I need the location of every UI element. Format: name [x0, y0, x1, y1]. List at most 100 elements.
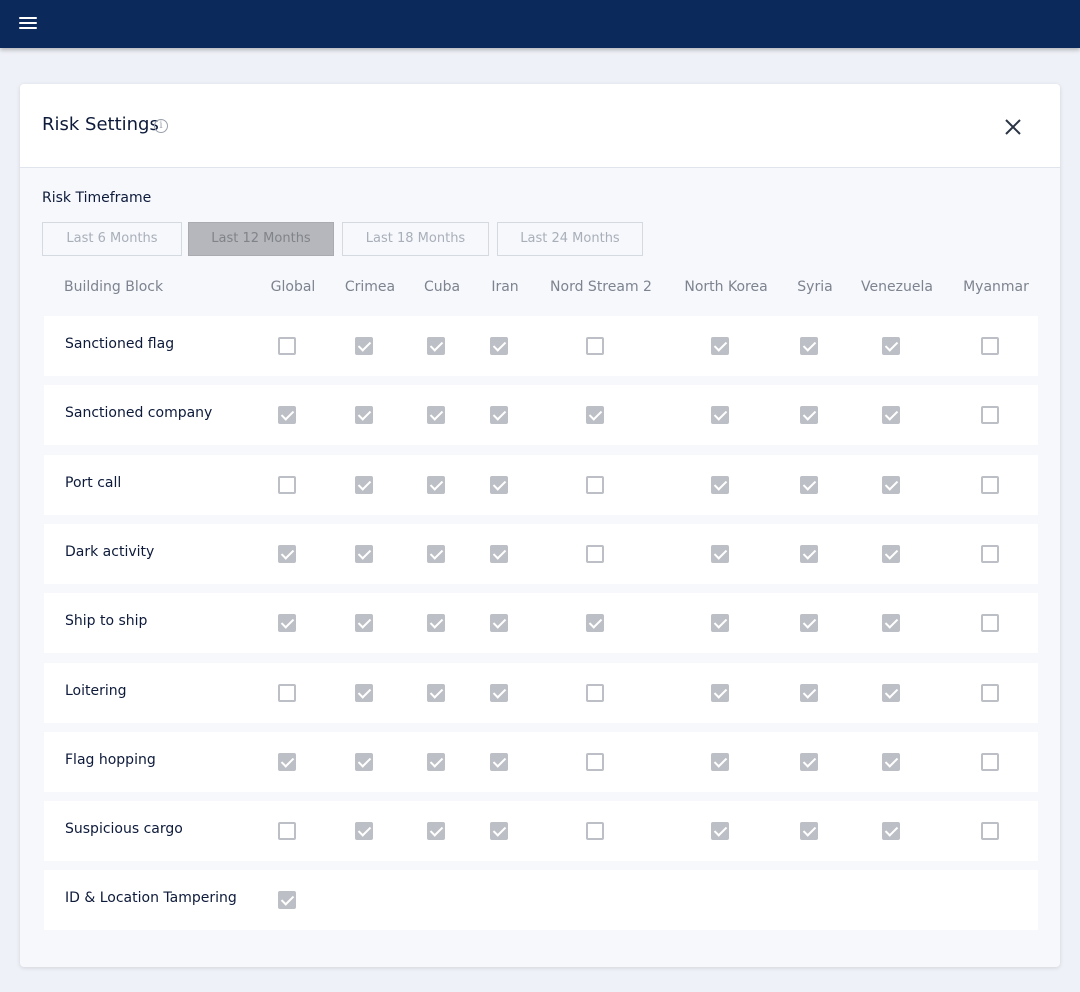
checkbox-iran[interactable]	[490, 822, 508, 840]
column-header-global: Global	[270, 279, 316, 295]
checkbox-venezuela[interactable]	[882, 337, 900, 355]
checkbox-cuba[interactable]	[427, 337, 445, 355]
checkbox-global[interactable]	[278, 891, 296, 909]
checkbox-myanmar[interactable]	[981, 684, 999, 702]
row-label: Flag hopping	[65, 752, 156, 768]
checkbox-iran[interactable]	[490, 684, 508, 702]
checkbox-venezuela[interactable]	[882, 614, 900, 632]
checkbox-cuba[interactable]	[427, 406, 445, 424]
checkbox-global[interactable]	[278, 406, 296, 424]
checkbox-cuba[interactable]	[427, 476, 445, 494]
checkbox-nord-stream-2[interactable]	[586, 684, 604, 702]
table-row: Sanctioned company	[44, 385, 1038, 445]
checkbox-syria[interactable]	[800, 337, 818, 355]
checkbox-nord-stream-2[interactable]	[586, 545, 604, 563]
checkbox-global[interactable]	[278, 476, 296, 494]
checkbox-syria[interactable]	[800, 406, 818, 424]
checkbox-syria[interactable]	[800, 545, 818, 563]
column-header-north-korea: North Korea	[684, 279, 768, 295]
top-bar	[0, 0, 1080, 48]
checkbox-nord-stream-2[interactable]	[586, 753, 604, 771]
checkbox-myanmar[interactable]	[981, 822, 999, 840]
hamburger-menu-icon[interactable]	[16, 14, 40, 34]
table-row: Dark activity	[44, 524, 1038, 584]
checkbox-north-korea[interactable]	[711, 753, 729, 771]
checkbox-crimea[interactable]	[355, 822, 373, 840]
checkbox-iran[interactable]	[490, 337, 508, 355]
row-label: Loitering	[65, 683, 127, 699]
checkbox-nord-stream-2[interactable]	[586, 614, 604, 632]
row-label: ID & Location Tampering	[65, 890, 237, 906]
checkbox-crimea[interactable]	[355, 476, 373, 494]
checkbox-crimea[interactable]	[355, 545, 373, 563]
risk-settings-panel: Risk Settings i Risk Timeframe Last 6 Mo…	[20, 84, 1060, 967]
checkbox-global[interactable]	[278, 684, 296, 702]
checkbox-crimea[interactable]	[355, 406, 373, 424]
risk-timeframe-label: Risk Timeframe	[42, 190, 152, 206]
checkbox-myanmar[interactable]	[981, 337, 999, 355]
checkbox-cuba[interactable]	[427, 614, 445, 632]
checkbox-iran[interactable]	[490, 476, 508, 494]
info-icon[interactable]: i	[154, 119, 168, 133]
column-header-venezuela: Venezuela	[861, 279, 933, 295]
column-header-syria: Syria	[797, 279, 833, 295]
checkbox-crimea[interactable]	[355, 684, 373, 702]
timeframe-12-months-button[interactable]: Last 12 Months	[188, 222, 334, 256]
checkbox-myanmar[interactable]	[981, 406, 999, 424]
checkbox-cuba[interactable]	[427, 822, 445, 840]
checkbox-syria[interactable]	[800, 476, 818, 494]
checkbox-north-korea[interactable]	[711, 337, 729, 355]
checkbox-venezuela[interactable]	[882, 684, 900, 702]
checkbox-north-korea[interactable]	[711, 406, 729, 424]
checkbox-crimea[interactable]	[355, 753, 373, 771]
checkbox-nord-stream-2[interactable]	[586, 822, 604, 840]
checkbox-north-korea[interactable]	[711, 476, 729, 494]
table-row: Sanctioned flag	[44, 316, 1038, 376]
checkbox-global[interactable]	[278, 753, 296, 771]
checkbox-global[interactable]	[278, 545, 296, 563]
checkbox-iran[interactable]	[490, 406, 508, 424]
checkbox-global[interactable]	[278, 822, 296, 840]
checkbox-nord-stream-2[interactable]	[586, 476, 604, 494]
checkbox-iran[interactable]	[490, 753, 508, 771]
checkbox-nord-stream-2[interactable]	[586, 337, 604, 355]
checkbox-north-korea[interactable]	[711, 545, 729, 563]
table-row: Suspicious cargo	[44, 801, 1038, 861]
checkbox-cuba[interactable]	[427, 684, 445, 702]
timeframe-18-months-button[interactable]: Last 18 Months	[342, 222, 489, 256]
checkbox-iran[interactable]	[490, 545, 508, 563]
checkbox-myanmar[interactable]	[981, 614, 999, 632]
checkbox-global[interactable]	[278, 337, 296, 355]
panel-title: Risk Settings	[42, 114, 159, 135]
checkbox-venezuela[interactable]	[882, 545, 900, 563]
checkbox-syria[interactable]	[800, 822, 818, 840]
checkbox-crimea[interactable]	[355, 614, 373, 632]
checkbox-north-korea[interactable]	[711, 684, 729, 702]
checkbox-syria[interactable]	[800, 684, 818, 702]
checkbox-venezuela[interactable]	[882, 406, 900, 424]
column-header-cuba: Cuba	[423, 279, 461, 295]
row-label: Port call	[65, 475, 122, 491]
checkbox-venezuela[interactable]	[882, 822, 900, 840]
checkbox-north-korea[interactable]	[711, 822, 729, 840]
checkbox-iran[interactable]	[490, 614, 508, 632]
checkbox-syria[interactable]	[800, 614, 818, 632]
checkbox-venezuela[interactable]	[882, 476, 900, 494]
timeframe-24-months-button[interactable]: Last 24 Months	[497, 222, 643, 256]
panel-header: Risk Settings i	[20, 84, 1060, 168]
column-header-iran: Iran	[491, 279, 519, 295]
timeframe-6-months-button[interactable]: Last 6 Months	[42, 222, 182, 256]
checkbox-cuba[interactable]	[427, 753, 445, 771]
checkbox-cuba[interactable]	[427, 545, 445, 563]
checkbox-venezuela[interactable]	[882, 753, 900, 771]
row-label: Sanctioned company	[65, 405, 213, 421]
checkbox-syria[interactable]	[800, 753, 818, 771]
checkbox-myanmar[interactable]	[981, 753, 999, 771]
checkbox-global[interactable]	[278, 614, 296, 632]
checkbox-nord-stream-2[interactable]	[586, 406, 604, 424]
checkbox-crimea[interactable]	[355, 337, 373, 355]
checkbox-myanmar[interactable]	[981, 476, 999, 494]
checkbox-myanmar[interactable]	[981, 545, 999, 563]
close-icon[interactable]	[1000, 114, 1026, 140]
checkbox-north-korea[interactable]	[711, 614, 729, 632]
